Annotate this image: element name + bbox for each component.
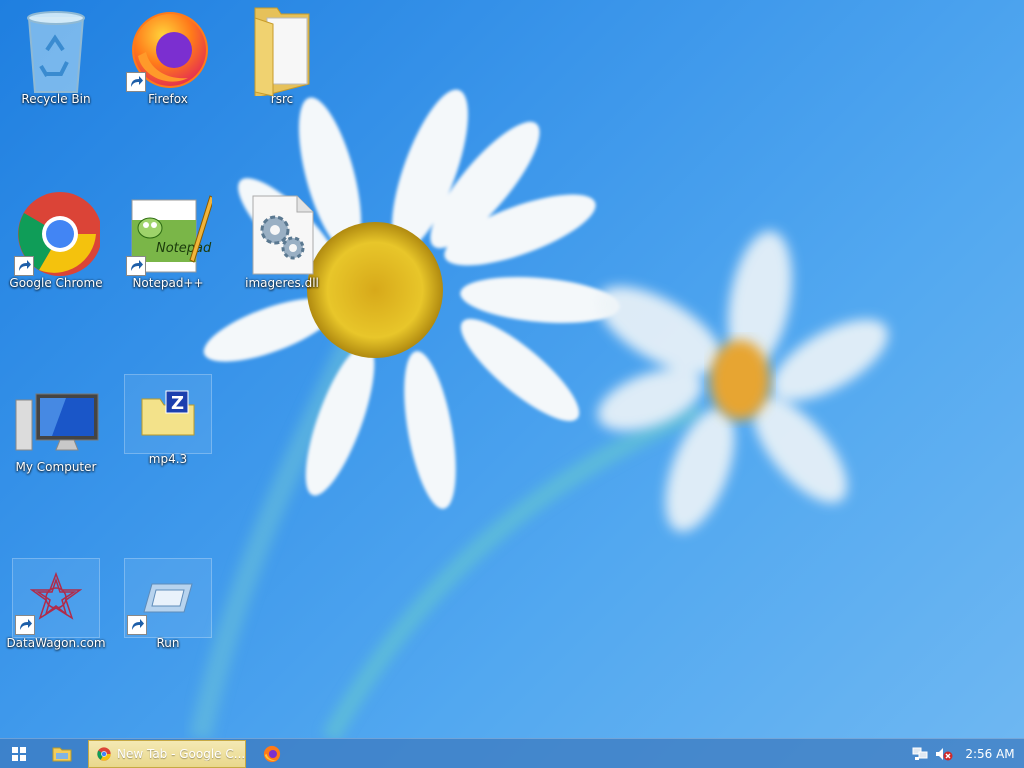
computer-icon [15, 393, 99, 451]
recycle-bin-icon [27, 11, 85, 93]
desktop-icon-imageres-dll[interactable]: imageres.dll [234, 190, 330, 290]
shortcut-arrow-icon [126, 256, 146, 276]
desktop-icon-rsrc-folder[interactable]: rsrc [234, 6, 330, 106]
shortcut-arrow-icon [15, 615, 35, 635]
taskbar-clock[interactable]: 2:56 AM [956, 747, 1024, 761]
shortcut-arrow-icon [14, 256, 34, 276]
run-icon [143, 583, 193, 613]
desktop-icon-label: DataWagon.com [6, 636, 106, 650]
taskbar-firefox-button[interactable] [248, 739, 296, 768]
firefox-icon [263, 745, 281, 762]
taskbar-window-title: New Tab - Google C... [116, 746, 245, 761]
taskbar-file-explorer-button[interactable] [38, 739, 86, 768]
desktop-icon-recycle-bin[interactable]: Recycle Bin [8, 6, 104, 106]
start-button[interactable] [0, 739, 38, 768]
desktop-icon-google-chrome[interactable]: Google Chrome [8, 190, 104, 290]
shortcut-arrow-icon [127, 615, 147, 635]
shortcut-arrow-icon [126, 72, 146, 92]
zip-folder-icon: Z [141, 390, 195, 436]
taskbar-chrome-window-button[interactable]: New Tab - Google C... [88, 739, 246, 768]
file-explorer-icon [52, 747, 72, 761]
desktop-icon-label: My Computer [15, 460, 97, 474]
desktop-icon-label: mp4.3 [148, 452, 188, 466]
desktop-icon-notepad-plus-plus[interactable]: Notepad++ Notepad++ [120, 190, 216, 290]
windows-logo-icon [12, 746, 26, 761]
system-tray: 2:56 AM [908, 739, 1024, 768]
chrome-icon [97, 746, 111, 761]
taskbar: New Tab - Google C... 2:56 AM [0, 738, 1024, 768]
desktop-icon-label: Firefox [148, 92, 188, 106]
tray-network-button[interactable] [908, 739, 932, 768]
desktop-icon-run[interactable]: Run [120, 558, 216, 650]
volume-muted-icon [936, 748, 953, 761]
network-icon [912, 747, 928, 760]
dll-file-icon [252, 195, 314, 275]
desktop-icon-label: Google Chrome [9, 276, 103, 290]
folder-icon [254, 7, 310, 96]
svg-text:Notepad++: Notepad++ [156, 241, 212, 256]
desktop-icon-datawagon[interactable]: DataWagon.com [6, 558, 106, 650]
desktop-icon-mp4-3[interactable]: Z mp4.3 [120, 374, 216, 466]
datawagon-icon [30, 572, 82, 620]
desktop-icon-label: imageres.dll [245, 276, 319, 290]
tray-volume-button[interactable] [932, 739, 956, 768]
desktop-icon-firefox[interactable]: Firefox [120, 6, 216, 106]
desktop-icon-label: Notepad++ [132, 276, 204, 290]
desktop-icon-label: Run [156, 636, 180, 650]
desktop-icon-my-computer[interactable]: My Computer [8, 374, 104, 474]
svg-text:Z: Z [171, 393, 184, 414]
